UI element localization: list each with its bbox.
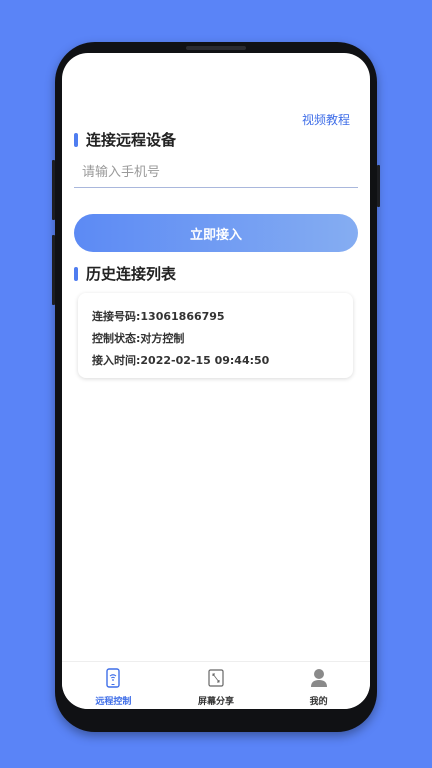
- user-icon: [309, 668, 329, 688]
- volume-button: [52, 160, 55, 220]
- tab-remote-control[interactable]: 远程控制: [62, 662, 165, 709]
- history-control-status: 控制状态:对方控制: [92, 332, 185, 345]
- phone-input-container: [74, 161, 370, 188]
- phone-speaker: [186, 46, 246, 50]
- tab-mine-label: 我的: [309, 697, 328, 707]
- connect-section-label: 连接远程设备: [86, 131, 177, 149]
- history-section-title: 历史连接列表: [74, 263, 176, 284]
- screen-share-icon: [206, 668, 226, 688]
- power-button: [52, 235, 55, 305]
- phone-number-input[interactable]: [74, 163, 370, 182]
- video-tutorial-link[interactable]: 视频教程: [302, 111, 350, 128]
- connect-section-title: 连接远程设备: [74, 129, 176, 150]
- history-access-time: 接入时间:2022-02-15 09:44:50: [92, 354, 270, 367]
- section-marker: [74, 132, 78, 147]
- tab-mine[interactable]: 我的: [267, 662, 370, 709]
- history-connection-number: 连接号码:13061866795: [92, 310, 225, 323]
- phone-wifi-icon: [103, 668, 123, 688]
- connect-now-button[interactable]: 立即接入: [74, 214, 358, 252]
- history-section-label: 历史连接列表: [86, 265, 177, 283]
- history-item[interactable]: 连接号码:13061866795 控制状态:对方控制 接入时间:2022-02-…: [78, 293, 353, 378]
- tab-screen-share[interactable]: 屏幕分享: [165, 662, 268, 709]
- tab-screen-share-label: 屏幕分享: [198, 697, 235, 707]
- section-marker: [74, 266, 78, 281]
- side-key: [377, 165, 380, 207]
- bottom-tab-bar: 远程控制 屏幕分享 我的: [62, 661, 370, 709]
- app-screen: 视频教程 连接远程设备 立即接入 历史连接列表 连接号码:13061866795…: [62, 53, 370, 709]
- tab-remote-control-label: 远程控制: [95, 697, 132, 707]
